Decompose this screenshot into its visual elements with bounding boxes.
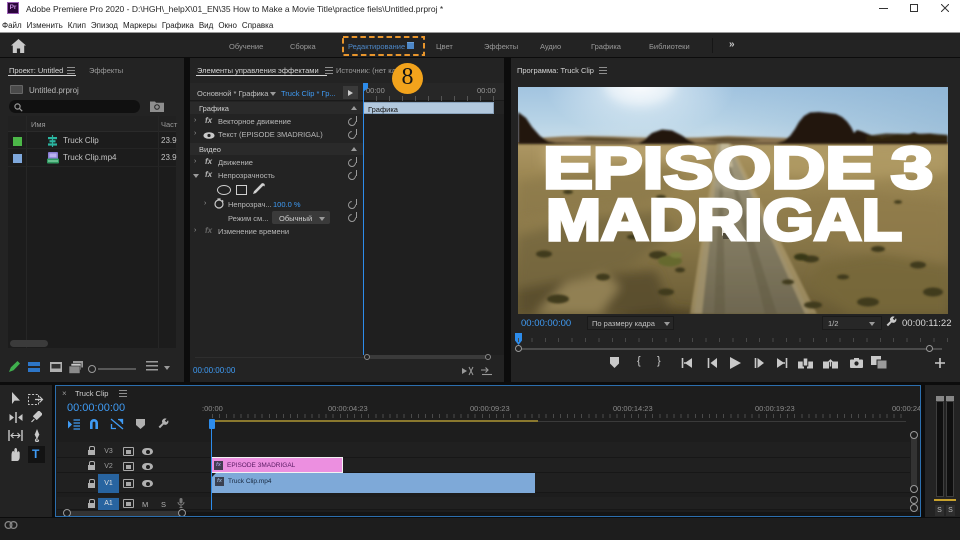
svg-text:MADRIGAL: MADRIGAL	[546, 188, 902, 253]
